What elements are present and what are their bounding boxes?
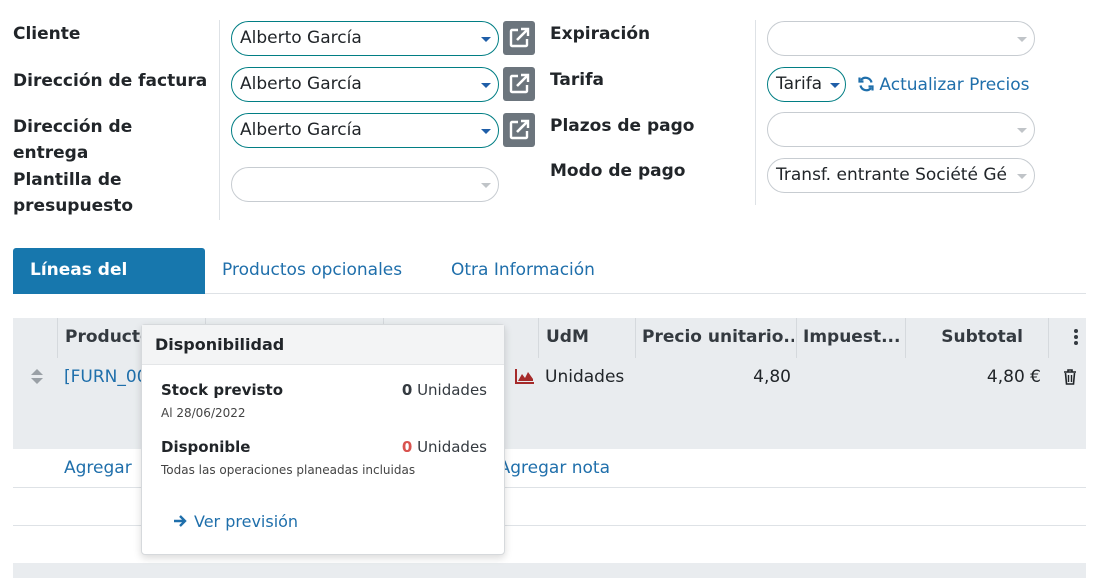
ver-prevision-label: Ver previsión — [194, 512, 299, 531]
direccion-entrega-value: Alberto García — [240, 120, 362, 140]
add-product-link[interactable]: Agregar — [64, 450, 132, 486]
ver-prevision-button[interactable]: Ver previsión — [173, 512, 298, 531]
add-note-link[interactable]: Agregar nota — [500, 450, 610, 486]
factura-external-link-button[interactable] — [503, 67, 535, 101]
direccion-entrega-label-line2: entrega — [13, 143, 89, 163]
arrow-right-icon — [174, 515, 187, 527]
availability-popover: Disponibilidad Stock previsto Al 28/06/2… — [141, 324, 505, 555]
stock-previsto-date: Al 28/06/2022 — [161, 406, 246, 420]
disponible-unit: Unidades — [417, 438, 487, 456]
disponible-note: Todas las operaciones planeadas incluida… — [161, 463, 416, 477]
column-divider — [538, 318, 539, 358]
direccion-factura-select[interactable]: Alberto García — [231, 67, 499, 102]
table-footer — [13, 563, 1086, 578]
direccion-entrega-select[interactable]: Alberto García — [231, 113, 499, 148]
modo-pago-value: Transf. entrante Société Gé — [776, 165, 1007, 185]
stock-previsto-unit: Unidades — [417, 381, 487, 399]
forecast-chart-icon[interactable] — [515, 368, 535, 388]
column-divider — [57, 318, 58, 358]
expiracion-label: Expiración — [550, 24, 651, 44]
chevron-down-icon — [830, 83, 840, 88]
column-options-icon[interactable] — [1074, 329, 1078, 345]
tarifa-label: Tarifa — [550, 70, 604, 90]
chevron-down-icon — [481, 37, 491, 42]
cliente-label: Cliente — [13, 24, 81, 44]
actualizar-precios-button[interactable]: Actualizar Precios — [858, 72, 1029, 98]
disponible-label: Disponible — [161, 438, 251, 456]
cliente-value: Alberto García — [240, 28, 362, 48]
external-link-icon — [509, 27, 530, 48]
column-divider — [905, 318, 906, 358]
disponible-qty: 0 — [401, 438, 413, 456]
chevron-down-icon — [1017, 174, 1027, 179]
plazos-pago-label: Plazos de pago — [550, 116, 695, 136]
trash-icon[interactable] — [1063, 369, 1077, 389]
direccion-entrega-label: Dirección de entrega — [13, 114, 132, 166]
chevron-down-icon — [1017, 37, 1027, 42]
plantilla-presupuesto-label: Plantilla de presupuesto — [13, 167, 133, 219]
header-udm[interactable]: UdM — [546, 318, 589, 358]
direccion-entrega-label-line1: Dirección de — [13, 117, 133, 137]
row-precio-unitario[interactable]: 4,80 — [693, 359, 791, 395]
stock-previsto-qty: 0 — [401, 381, 413, 399]
tab-otra-informacion[interactable]: Otra Información — [434, 248, 612, 294]
external-link-icon — [509, 119, 530, 140]
right-column-divider — [755, 20, 756, 205]
external-link-icon — [509, 73, 530, 94]
disponible-value: 0 Unidades — [402, 438, 487, 456]
plantilla-presupuesto-select[interactable] — [231, 167, 499, 202]
column-divider — [1048, 318, 1049, 358]
header-impuestos[interactable]: Impuest... — [803, 318, 903, 358]
row-udm[interactable]: Unidades — [545, 359, 624, 395]
chevron-down-icon — [481, 83, 491, 88]
modo-pago-label: Modo de pago — [550, 161, 686, 181]
direccion-factura-label: Dirección de factura — [13, 71, 208, 91]
header-subtotal[interactable]: Subtotal — [913, 318, 1023, 358]
cliente-external-link-button[interactable] — [503, 21, 535, 55]
column-divider — [796, 318, 797, 358]
drag-handle-icon[interactable] — [31, 369, 43, 384]
row-subtotal: 4,80 € — [986, 367, 1041, 387]
modo-pago-select[interactable]: Transf. entrante Société Gé — [767, 158, 1035, 193]
popover-title: Disponibilidad — [142, 325, 504, 365]
chevron-down-icon — [1017, 128, 1027, 133]
header-precio-unitario[interactable]: Precio unitario... — [642, 318, 794, 358]
refresh-icon — [858, 76, 874, 92]
plantilla-label-line1: Plantilla de — [13, 170, 122, 190]
cliente-select[interactable]: Alberto García — [231, 21, 499, 56]
direccion-factura-value: Alberto García — [240, 74, 362, 94]
stock-previsto-value: 0 Unidades — [402, 381, 487, 399]
plazos-pago-select[interactable] — [767, 112, 1035, 147]
row-producto[interactable]: [FURN_00 — [64, 359, 148, 395]
chevron-down-icon — [481, 129, 491, 134]
chevron-down-icon — [481, 183, 491, 188]
actualizar-precios-label: Actualizar Precios — [879, 75, 1030, 95]
left-column-divider — [219, 20, 220, 220]
header-producto[interactable]: Producto — [65, 318, 152, 358]
column-divider — [635, 318, 636, 358]
notebook-tabs: Líneas del pedido Productos opcionales O… — [13, 248, 1086, 324]
tarifa-value: Tarifa — [776, 74, 823, 94]
tarifa-select[interactable]: Tarifa — [767, 67, 846, 102]
entrega-external-link-button[interactable] — [503, 113, 535, 147]
tab-productos-opcionales[interactable]: Productos opcionales — [205, 248, 419, 294]
plantilla-label-line2: presupuesto — [13, 196, 134, 216]
tab-lineas-pedido[interactable]: Líneas del pedido — [13, 248, 205, 324]
expiracion-date-field[interactable] — [767, 21, 1035, 56]
stock-previsto-label: Stock previsto — [161, 381, 283, 399]
